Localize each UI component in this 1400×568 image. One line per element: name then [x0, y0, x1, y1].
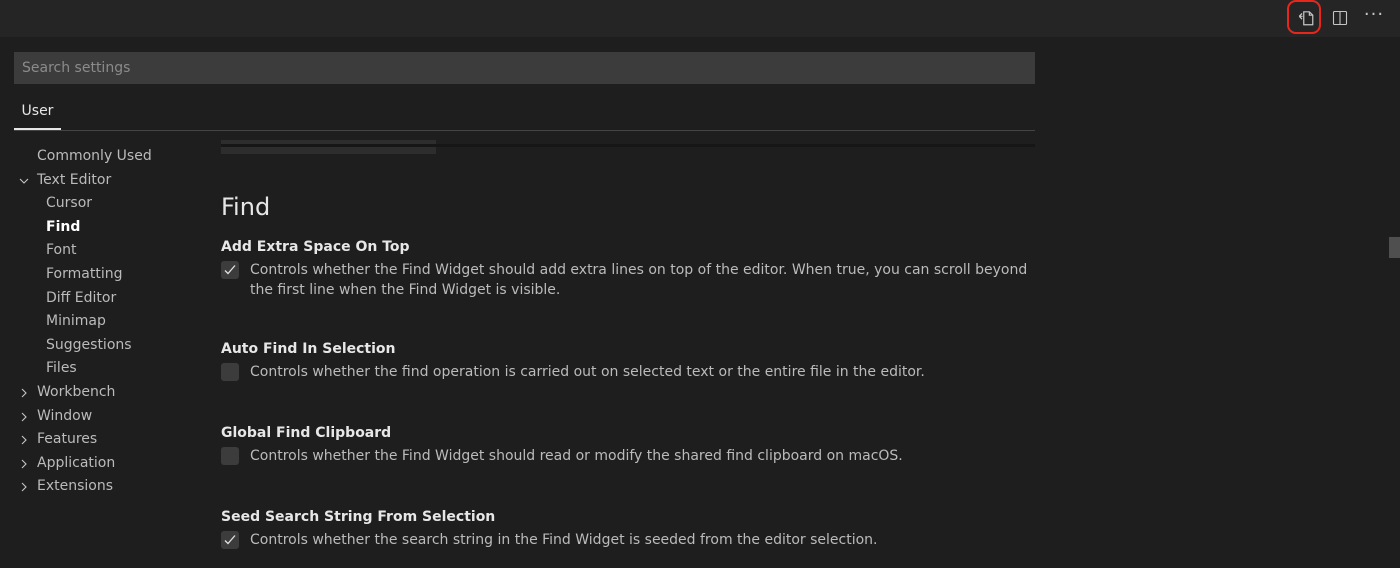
setting-row: Controls whether the Find Widget should …	[221, 446, 1031, 466]
toc-item-text-editor[interactable]: Text Editor	[0, 169, 200, 193]
clipped-setting-field	[221, 140, 436, 154]
toc-item-find[interactable]: Find	[0, 216, 200, 240]
setting-checkbox[interactable]	[221, 363, 239, 381]
split-editor-button[interactable]	[1326, 4, 1354, 32]
section-title: Find	[221, 193, 271, 221]
tab-user[interactable]: User	[14, 94, 61, 130]
more-actions-button[interactable]: ···	[1360, 4, 1388, 32]
toc-item-label: Application	[37, 454, 116, 471]
toc-item-label: Find	[46, 218, 81, 235]
setting-title: Seed Search String From Selection	[221, 509, 496, 525]
open-settings-json-icon	[1298, 11, 1314, 26]
toc-item-diff-editor[interactable]: Diff Editor	[0, 287, 200, 311]
toc-item-label: Commonly Used	[37, 148, 152, 164]
setting-description: Controls whether the Find Widget should …	[250, 448, 903, 464]
toc-item-features[interactable]: Features	[0, 428, 200, 452]
setting-row: Controls whether the search string in th…	[221, 530, 1031, 550]
toc-item-label: Diff Editor	[46, 289, 117, 306]
toc-item-application[interactable]: Application	[0, 452, 200, 476]
toc-item-label: Files	[46, 360, 77, 377]
toc-item-label: Formatting	[46, 265, 123, 282]
toc-item-minimap[interactable]: Minimap	[0, 310, 200, 334]
toc-item-label: Workbench	[37, 383, 116, 400]
toc-item-extensions[interactable]: Extensions	[0, 475, 200, 499]
toc-item-label: Cursor	[46, 195, 93, 212]
setting-auto-find-in-selection: Auto Find In Selection Controls whether …	[221, 339, 1031, 382]
chevron-right-icon	[21, 412, 27, 421]
settings-scope-tabs: User	[14, 94, 1035, 131]
toc-item-label: Text Editor	[37, 171, 112, 188]
toc-item-commonly-used[interactable]: Commonly Used	[0, 145, 200, 169]
setting-global-find-clipboard: Global Find Clipboard Controls whether t…	[221, 423, 1031, 466]
setting-description: Controls whether the Find Widget should …	[250, 262, 1028, 298]
more-actions-icon: ···	[1363, 4, 1385, 25]
chevron-right-icon	[21, 459, 27, 469]
toc-item-window[interactable]: Window	[0, 405, 200, 429]
setting-row: Controls whether the find operation is c…	[221, 362, 1031, 382]
setting-title: Auto Find In Selection	[221, 341, 396, 357]
toc-item-cursor[interactable]: Cursor	[0, 192, 200, 216]
setting-description: Controls whether the find operation is c…	[250, 364, 925, 380]
toc-item-formatting[interactable]: Formatting	[0, 263, 200, 287]
toc-item-suggestions[interactable]: Suggestions	[0, 334, 200, 358]
search-settings-input[interactable]	[20, 59, 1029, 77]
open-settings-json-button[interactable]	[1287, 0, 1321, 34]
toc-item-font[interactable]: Font	[0, 239, 200, 263]
toc-item-files[interactable]: Files	[0, 357, 200, 381]
toc-item-label: Features	[37, 431, 98, 448]
toc-item-label: Font	[46, 242, 77, 259]
chevron-right-icon	[21, 388, 27, 398]
toc-item-label: Suggestions	[46, 336, 132, 353]
chevron-down-icon	[19, 178, 29, 184]
setting-seed-search-string-from-selection: Seed Search String From Selection Contro…	[221, 507, 1031, 550]
scroll-shadow	[221, 144, 1035, 147]
toc-item-label: Window	[37, 407, 93, 424]
setting-add-extra-space-on-top: Add Extra Space On Top Controls whether …	[221, 237, 1031, 300]
setting-row: Controls whether the Find Widget should …	[221, 260, 1031, 300]
settings-toc: Commonly Used Text Editor Cursor Find Fo…	[0, 145, 200, 499]
split-editor-icon	[1332, 10, 1348, 26]
editor-title-bar: ···	[0, 0, 1400, 37]
chevron-right-icon	[21, 482, 27, 492]
vertical-scrollbar-thumb[interactable]	[1389, 237, 1400, 258]
setting-title: Global Find Clipboard	[221, 425, 392, 441]
chevron-right-icon	[21, 435, 27, 445]
checkmark-icon	[224, 265, 236, 275]
toc-item-workbench[interactable]: Workbench	[0, 381, 200, 405]
setting-checkbox[interactable]	[221, 531, 239, 549]
setting-checkbox[interactable]	[221, 261, 239, 279]
setting-description: Controls whether the search string in th…	[250, 532, 878, 548]
setting-checkbox[interactable]	[221, 447, 239, 465]
toc-item-label: Minimap	[46, 313, 106, 330]
editor-actions: ···	[1287, 0, 1388, 34]
checkmark-icon	[224, 535, 236, 545]
settings-search-box	[14, 52, 1035, 84]
toc-item-label: Extensions	[37, 478, 114, 495]
setting-title: Add Extra Space On Top	[221, 239, 410, 255]
